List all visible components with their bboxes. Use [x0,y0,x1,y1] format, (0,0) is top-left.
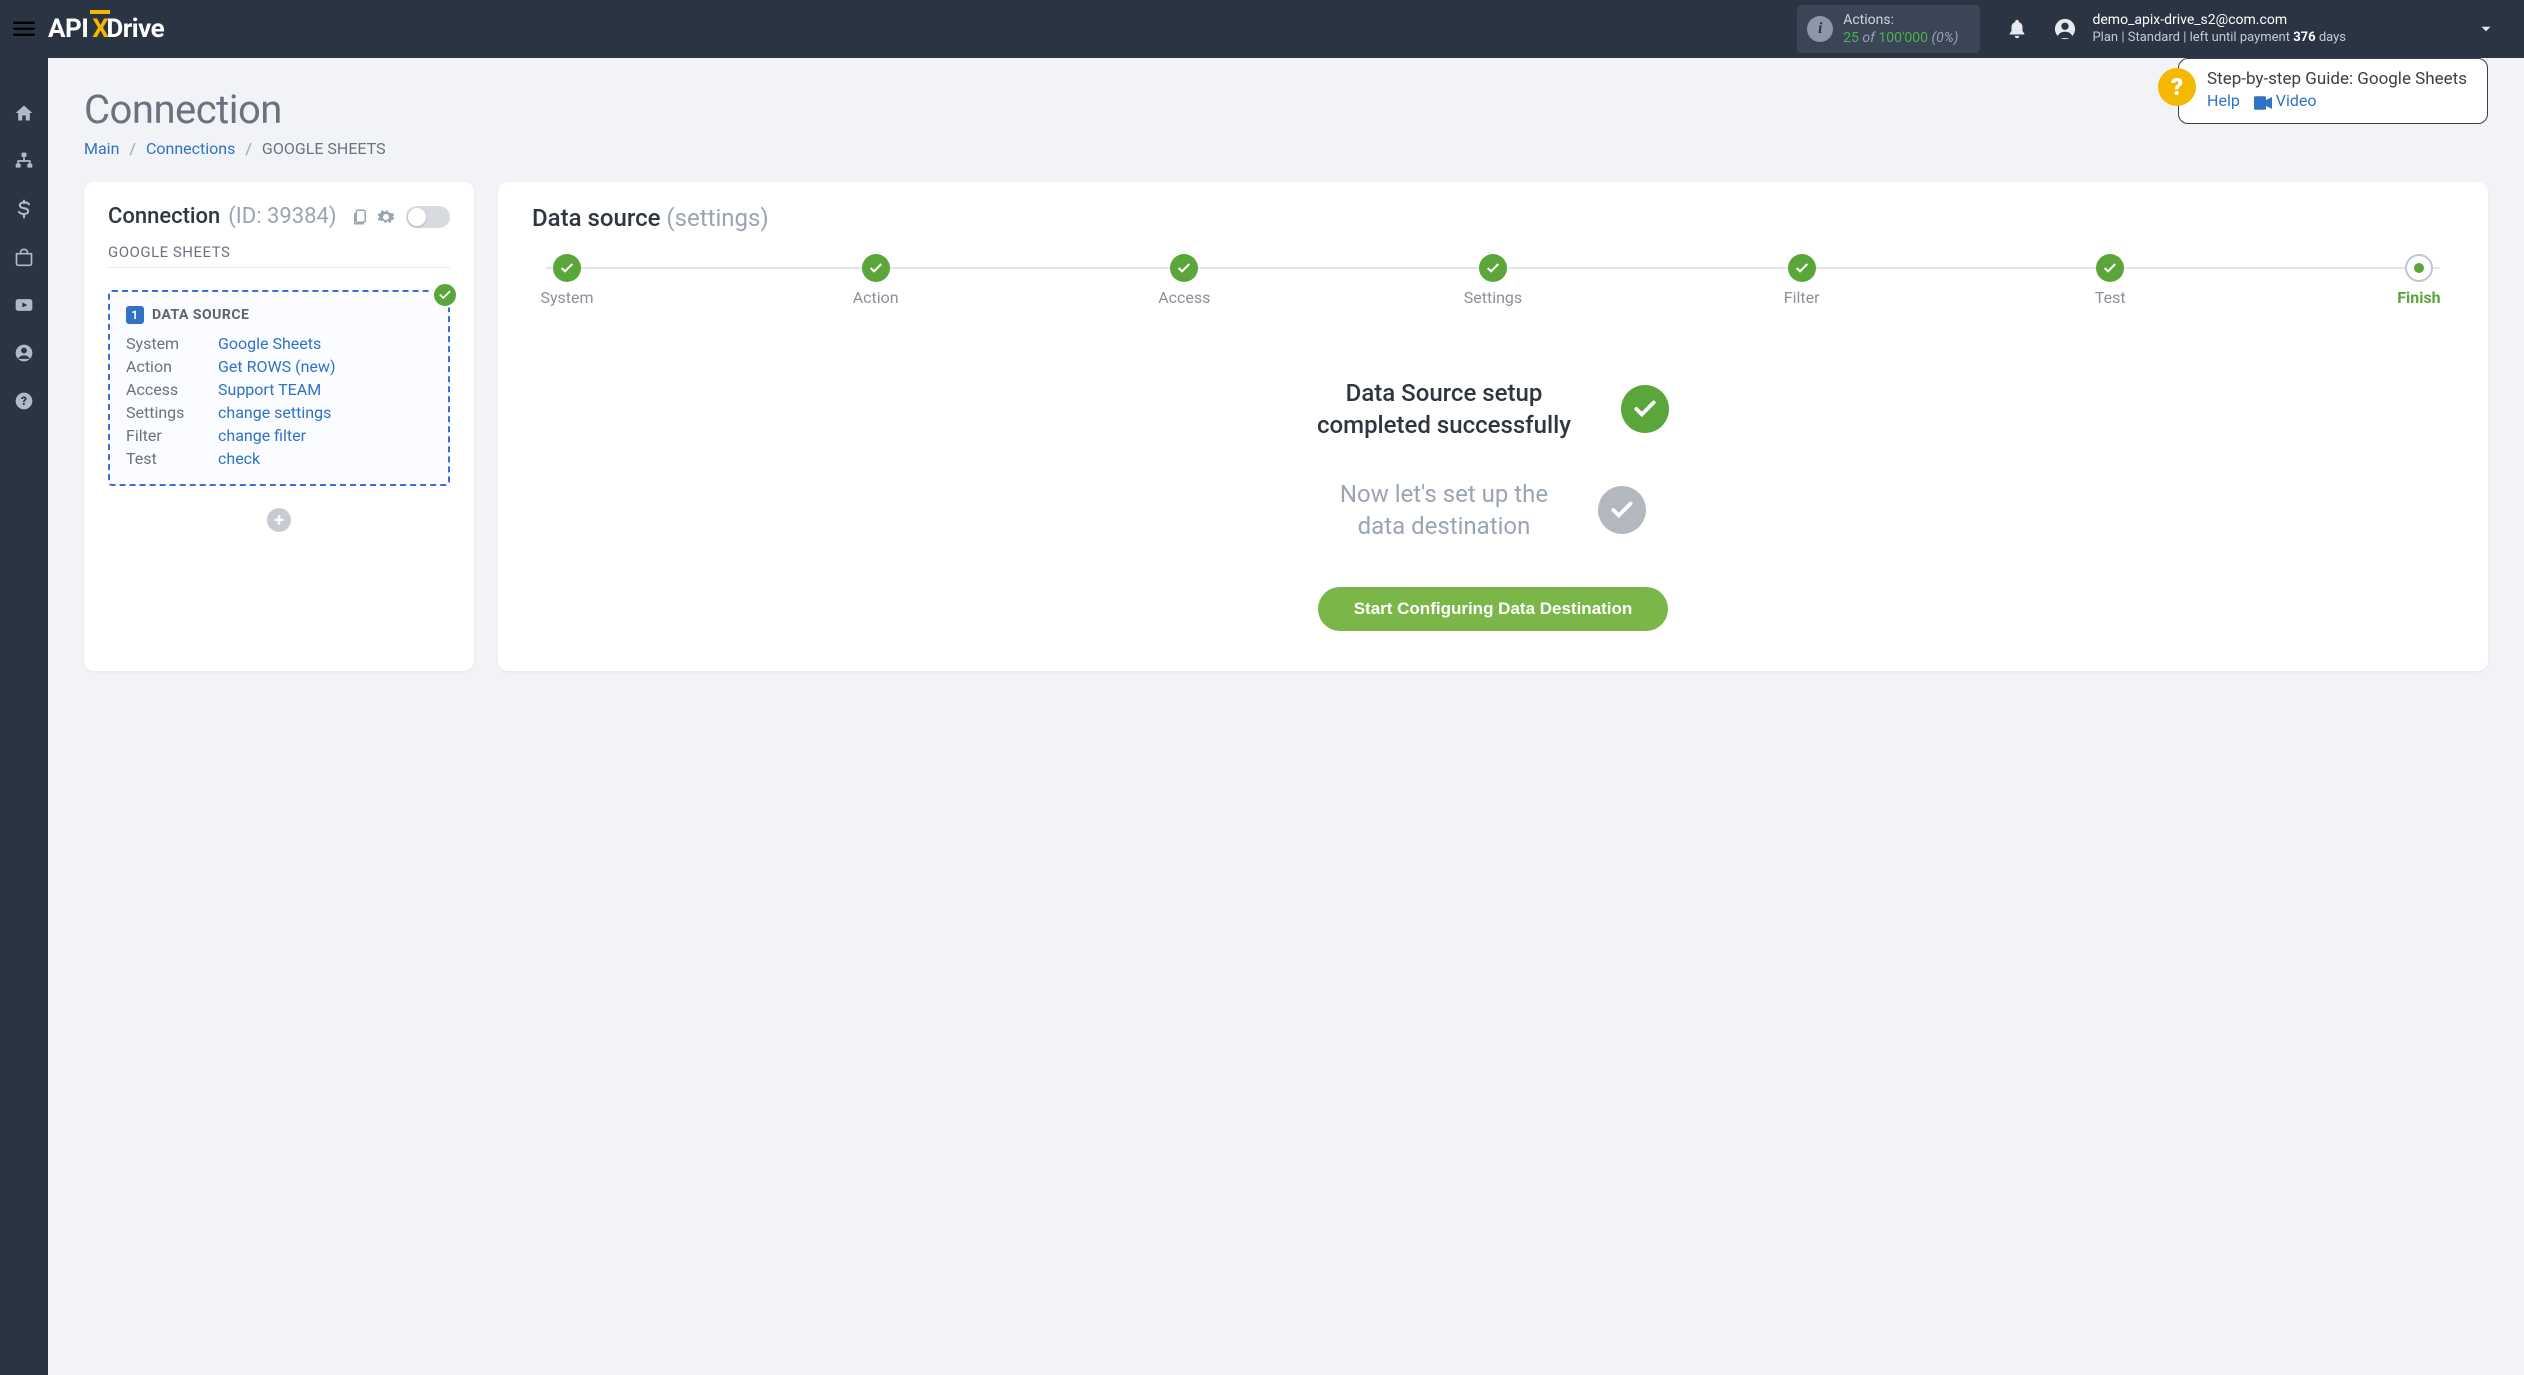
row-filter-value[interactable]: change filter [218,426,432,445]
actions-counter[interactable]: i Actions: 25 of 100'000 (0%) [1797,5,1980,53]
nav-connections[interactable] [0,148,48,174]
info-icon: i [1807,16,1833,42]
actions-label: Actions: [1843,11,1958,29]
ds-heading-sub: (settings) [666,204,768,232]
nav-home[interactable] [0,100,48,126]
user-email: demo_apix-drive_s2@com.com [2092,11,2346,29]
row-settings-label: Settings [126,403,218,422]
user-block[interactable]: demo_apix-drive_s2@com.com Plan | Standa… [2092,11,2346,46]
guide-help-link[interactable]: Help [2207,91,2240,110]
next-step-row: Now let's set up the data destination [532,478,2454,543]
question-icon: ? [2158,68,2196,106]
video-camera-icon [2254,92,2272,111]
add-destination-button[interactable]: + [267,508,291,532]
connection-toggle[interactable] [406,206,450,228]
breadcrumb: Main / Connections / GOOGLE SHEETS [84,139,2488,158]
start-configuring-button[interactable]: Start Configuring Data Destination [1318,587,1669,631]
user-icon-header[interactable] [2050,14,2080,44]
row-system-value[interactable]: Google Sheets [218,334,432,353]
bell-icon[interactable] [2002,14,2032,44]
row-access-value[interactable]: Support TEAM [218,380,432,399]
success-check-icon [1621,385,1669,433]
row-action-value[interactable]: Get ROWS (new) [218,357,432,376]
ds-heading: Data source [532,204,660,232]
row-settings-value[interactable]: change settings [218,403,432,422]
ds-number-badge: 1 [126,306,144,324]
connection-card: Connection (ID: 39384) GOOGLE SHEETS 1 D… [84,182,474,671]
finish-success-row: Data Source setup completed successfully [532,377,2454,442]
actions-pct: (0%) [1932,30,1959,46]
chevron-down-icon[interactable] [2466,20,2506,38]
check-icon [432,282,458,308]
crumb-current: GOOGLE SHEETS [262,139,386,158]
menu-toggle[interactable] [0,18,48,40]
main-content: Connection Main / Connections / GOOGLE S… [48,58,2524,1375]
row-test-value[interactable]: check [218,449,432,468]
guide-box: ? Step-by-step Guide: Google Sheets Help… [2158,58,2488,124]
actions-limit: 100'000 [1878,30,1928,46]
crumb-main[interactable]: Main [84,139,119,158]
guide-title: Step-by-step Guide: Google Sheets [2207,69,2467,89]
step-test[interactable]: Test [2075,254,2145,307]
nav-tools[interactable] [0,244,48,270]
page-title: Connection [84,86,2488,133]
guide-video-link[interactable]: Video [2276,91,2317,110]
sidebar: ? [0,58,48,1375]
actions-of: of [1862,30,1874,46]
step-settings[interactable]: Settings [1458,254,1528,307]
wizard-steps: System Action Access Settings Filter Tes… [532,254,2454,307]
pending-check-icon [1598,486,1646,534]
nav-help[interactable]: ? [0,388,48,414]
nav-account[interactable] [0,340,48,366]
row-test-label: Test [126,449,218,468]
connection-subtitle: GOOGLE SHEETS [108,243,450,268]
actions-count: 25 [1843,30,1859,46]
step-finish[interactable]: Finish [2384,254,2454,307]
ds-title: DATA SOURCE [152,307,249,323]
step-access[interactable]: Access [1149,254,1219,307]
connection-id: (ID: 39384) [228,204,336,229]
copy-icon[interactable] [351,208,369,226]
data-source-settings-card: Data source (settings) System Action Acc… [498,182,2488,671]
step-action[interactable]: Action [841,254,911,307]
nav-video[interactable] [0,292,48,318]
row-access-label: Access [126,380,218,399]
row-filter-label: Filter [126,426,218,445]
data-source-box[interactable]: 1 DATA SOURCE System Google Sheets Actio… [108,290,450,486]
top-header: API XDrive i Actions: 25 of 100'000 (0%)… [0,0,2524,58]
logo[interactable]: API XDrive [48,14,164,44]
row-action-label: Action [126,357,218,376]
crumb-connections[interactable]: Connections [146,139,235,158]
step-filter[interactable]: Filter [1767,254,1837,307]
nav-billing[interactable] [0,196,48,222]
gear-icon[interactable] [377,208,395,226]
connection-title: Connection [108,204,220,229]
step-system[interactable]: System [532,254,602,307]
svg-text:?: ? [21,394,27,408]
row-system-label: System [126,334,218,353]
